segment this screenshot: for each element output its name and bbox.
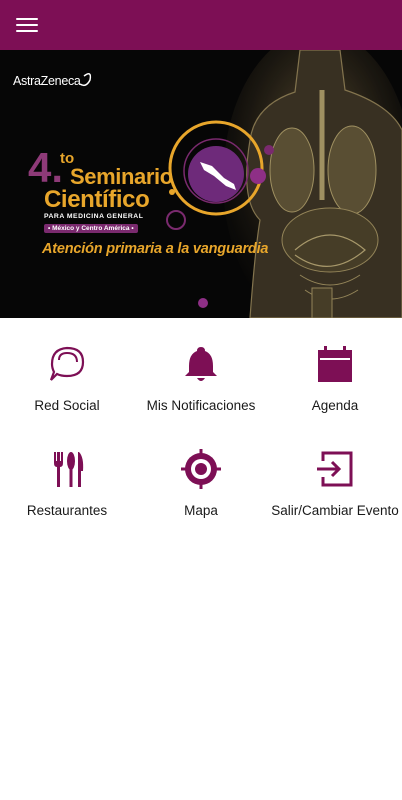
menu-item-salir-cambiar-evento[interactable]: Salir/Cambiar Evento xyxy=(268,423,402,528)
menu-item-mapa[interactable]: Mapa xyxy=(134,423,268,528)
menu-item-label: Agenda xyxy=(311,398,359,413)
event-banner: AstraZeneca 4. to Seminario Científico P… xyxy=(0,50,402,318)
menu-item-restaurantes[interactable]: Restaurantes xyxy=(0,423,134,528)
hamburger-menu-icon[interactable] xyxy=(12,11,42,39)
bell-icon xyxy=(185,347,217,381)
event-region-pill: • México y Centro América • xyxy=(44,224,138,233)
exit-icon xyxy=(317,451,353,487)
event-tagline: Atención primaria a la vanguardia xyxy=(42,241,269,257)
event-number: 4. xyxy=(28,144,64,191)
menu-item-red-social[interactable]: Red Social xyxy=(0,318,134,423)
calendar-icon xyxy=(318,346,352,382)
event-subtitle: PARA MEDICINA GENERAL xyxy=(44,213,144,220)
menu-item-label: Restaurantes xyxy=(26,503,108,518)
body-illustration xyxy=(223,50,402,318)
fork-knife-icon xyxy=(54,452,84,487)
menu-item-label: Salir/Cambiar Evento xyxy=(271,503,399,518)
brand-logo-text: AstraZeneca xyxy=(13,74,81,88)
menu-item-agenda[interactable]: Agenda xyxy=(268,318,402,423)
menu-item-label: Mapa xyxy=(184,503,218,518)
menu-item-label: Red Social xyxy=(34,398,100,413)
astrazeneca-logo-mark xyxy=(79,73,92,87)
menu-item-mis-notificaciones[interactable]: Mis Notificaciones xyxy=(134,318,268,423)
map-target-icon xyxy=(181,449,221,489)
event-title-line2: Científico xyxy=(44,186,150,213)
top-app-bar xyxy=(0,0,402,50)
menu-item-label: Mis Notificaciones xyxy=(146,398,256,413)
chat-bubbles-icon xyxy=(49,346,85,381)
